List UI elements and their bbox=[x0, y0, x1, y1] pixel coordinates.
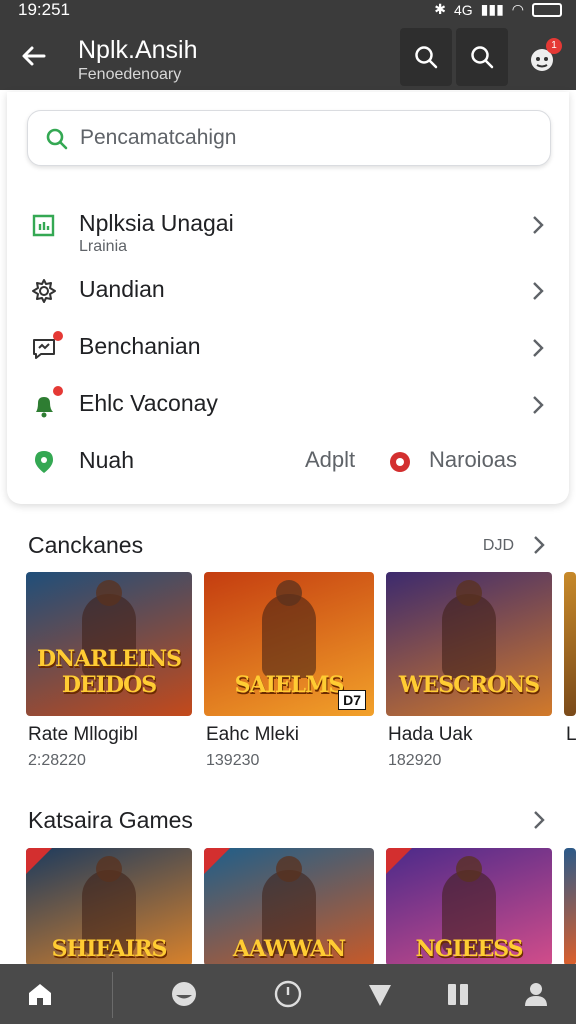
nav-profile[interactable] bbox=[488, 964, 576, 1024]
menu-item-notifications[interactable]: Ehlc Vaconay bbox=[7, 376, 569, 432]
chevron-right-icon bbox=[533, 396, 544, 414]
bottom-navigation bbox=[0, 964, 576, 1024]
status-icons: ✱ 4G ▮▮▮ ◠ bbox=[434, 1, 562, 18]
chevron-right-icon bbox=[533, 339, 544, 357]
game-character-art bbox=[442, 580, 496, 678]
game-tile[interactable]: AAWWAN bbox=[204, 848, 374, 966]
battery-icon bbox=[532, 2, 562, 17]
game-tile[interactable] bbox=[564, 572, 576, 716]
new-ribbon bbox=[26, 848, 52, 874]
clock-icon bbox=[274, 980, 302, 1008]
new-ribbon bbox=[386, 848, 412, 874]
game-player-count: 2:28220 bbox=[28, 752, 86, 769]
search-icon bbox=[471, 46, 494, 69]
menu-item-app[interactable]: Nplksia Unagai Lrainia bbox=[7, 196, 569, 260]
record-icon bbox=[390, 452, 410, 472]
nav-divider bbox=[112, 972, 113, 1018]
menu-item-label: Ehlc Vaconay bbox=[79, 390, 218, 416]
shield-down-icon bbox=[369, 985, 391, 1006]
menu-item-location[interactable]: Nuah Adplt Naroioas bbox=[7, 433, 569, 489]
game-tile[interactable]: DNARLEINS DEIDOS bbox=[26, 572, 192, 716]
gear-icon bbox=[32, 279, 56, 303]
sim-card-icon bbox=[32, 214, 55, 237]
status-time: 19:251 bbox=[18, 0, 70, 19]
menu-item-label: Nuah bbox=[79, 447, 134, 473]
menu-card: Nplksia Unagai Lrainia Uandian Benchania… bbox=[7, 92, 569, 504]
search-icon bbox=[415, 46, 438, 69]
arrow-back-icon bbox=[22, 46, 46, 66]
game-title: Hada Uak bbox=[388, 724, 473, 745]
search-box bbox=[27, 110, 551, 166]
menu-item-chat[interactable]: Benchanian bbox=[7, 319, 569, 375]
game-logo-text: WESCRONS bbox=[398, 672, 540, 698]
bluetooth-icon: ✱ bbox=[434, 1, 446, 17]
search-input[interactable] bbox=[80, 123, 520, 153]
section-title: Canckanes bbox=[28, 532, 144, 558]
wifi-icon: ◠ bbox=[511, 1, 524, 17]
notification-badge: 1 bbox=[546, 38, 562, 54]
profile-button[interactable]: 1 bbox=[522, 38, 562, 78]
menu-item-settings[interactable]: Uandian bbox=[7, 262, 569, 318]
page-title: Nplk.Ansih bbox=[78, 36, 198, 64]
menu-item-label: Uandian bbox=[79, 276, 165, 302]
game-player-count: 182920 bbox=[388, 752, 442, 769]
chevron-right-icon[interactable] bbox=[532, 809, 546, 831]
search-button-2[interactable] bbox=[456, 28, 508, 86]
network-label: 4G bbox=[453, 1, 473, 18]
game-logo-text: AAWWAN bbox=[232, 936, 346, 962]
option-adult-link[interactable]: Adplt bbox=[305, 447, 355, 473]
game-tile[interactable]: NGIEESS bbox=[386, 848, 552, 966]
new-ribbon bbox=[204, 848, 230, 874]
chevron-right-icon bbox=[533, 282, 544, 300]
game-logo-text: NGIEESS bbox=[415, 936, 523, 962]
search-button[interactable] bbox=[400, 28, 452, 86]
game-title: Eahc Mleki bbox=[206, 724, 299, 745]
nav-games[interactable] bbox=[136, 964, 232, 1024]
chevron-right-icon[interactable] bbox=[532, 534, 546, 556]
home-icon bbox=[29, 984, 51, 1005]
game-character-art bbox=[262, 580, 316, 678]
location-pin-icon bbox=[35, 451, 53, 473]
top-bar: 19:251 ✱ 4G ▮▮▮ ◠ Nplk.Ansih Fenoedenoar… bbox=[0, 0, 576, 90]
signal-icon: ▮▮▮ bbox=[480, 1, 504, 17]
status-bar: 19:251 ✱ 4G ▮▮▮ ◠ bbox=[0, 0, 576, 20]
game-tile[interactable]: WESCRONS bbox=[386, 572, 552, 716]
app-bar: Nplk.Ansih Fenoedenoary 1 bbox=[0, 22, 576, 90]
game-title: L bbox=[566, 724, 576, 745]
chevron-right-icon bbox=[533, 216, 544, 234]
game-title: Rate Mllogibl bbox=[28, 724, 138, 745]
section-more-link[interactable]: DJD bbox=[483, 537, 514, 555]
page-subtitle: Fenoedenoary bbox=[78, 66, 182, 83]
library-icon bbox=[448, 984, 468, 1005]
game-tile[interactable] bbox=[564, 848, 576, 966]
person-icon bbox=[525, 983, 547, 1006]
nav-history[interactable] bbox=[240, 964, 336, 1024]
menu-item-label: Nplksia Unagai bbox=[79, 210, 234, 236]
game-face-icon bbox=[172, 982, 196, 1006]
menu-item-label: Benchanian bbox=[79, 333, 201, 359]
search-icon bbox=[46, 128, 68, 150]
game-tile[interactable]: SAIELMS D7 bbox=[204, 572, 374, 716]
unread-dot bbox=[53, 331, 63, 341]
section-title: Katsaira Games bbox=[28, 807, 193, 833]
age-rating-badge: D7 bbox=[338, 690, 366, 710]
back-button[interactable] bbox=[18, 40, 50, 72]
game-logo-text: SHIFAIRS bbox=[51, 936, 168, 962]
option-narrations-link[interactable]: Naroioas bbox=[429, 447, 517, 473]
menu-item-sublabel: Lrainia bbox=[79, 238, 128, 255]
game-logo-text: DNARLEINS DEIDOS bbox=[36, 646, 182, 698]
game-player-count: 139230 bbox=[206, 752, 260, 769]
game-tile[interactable]: SHIFAIRS bbox=[26, 848, 192, 966]
nav-home[interactable] bbox=[0, 964, 88, 1024]
unread-dot bbox=[53, 386, 63, 396]
